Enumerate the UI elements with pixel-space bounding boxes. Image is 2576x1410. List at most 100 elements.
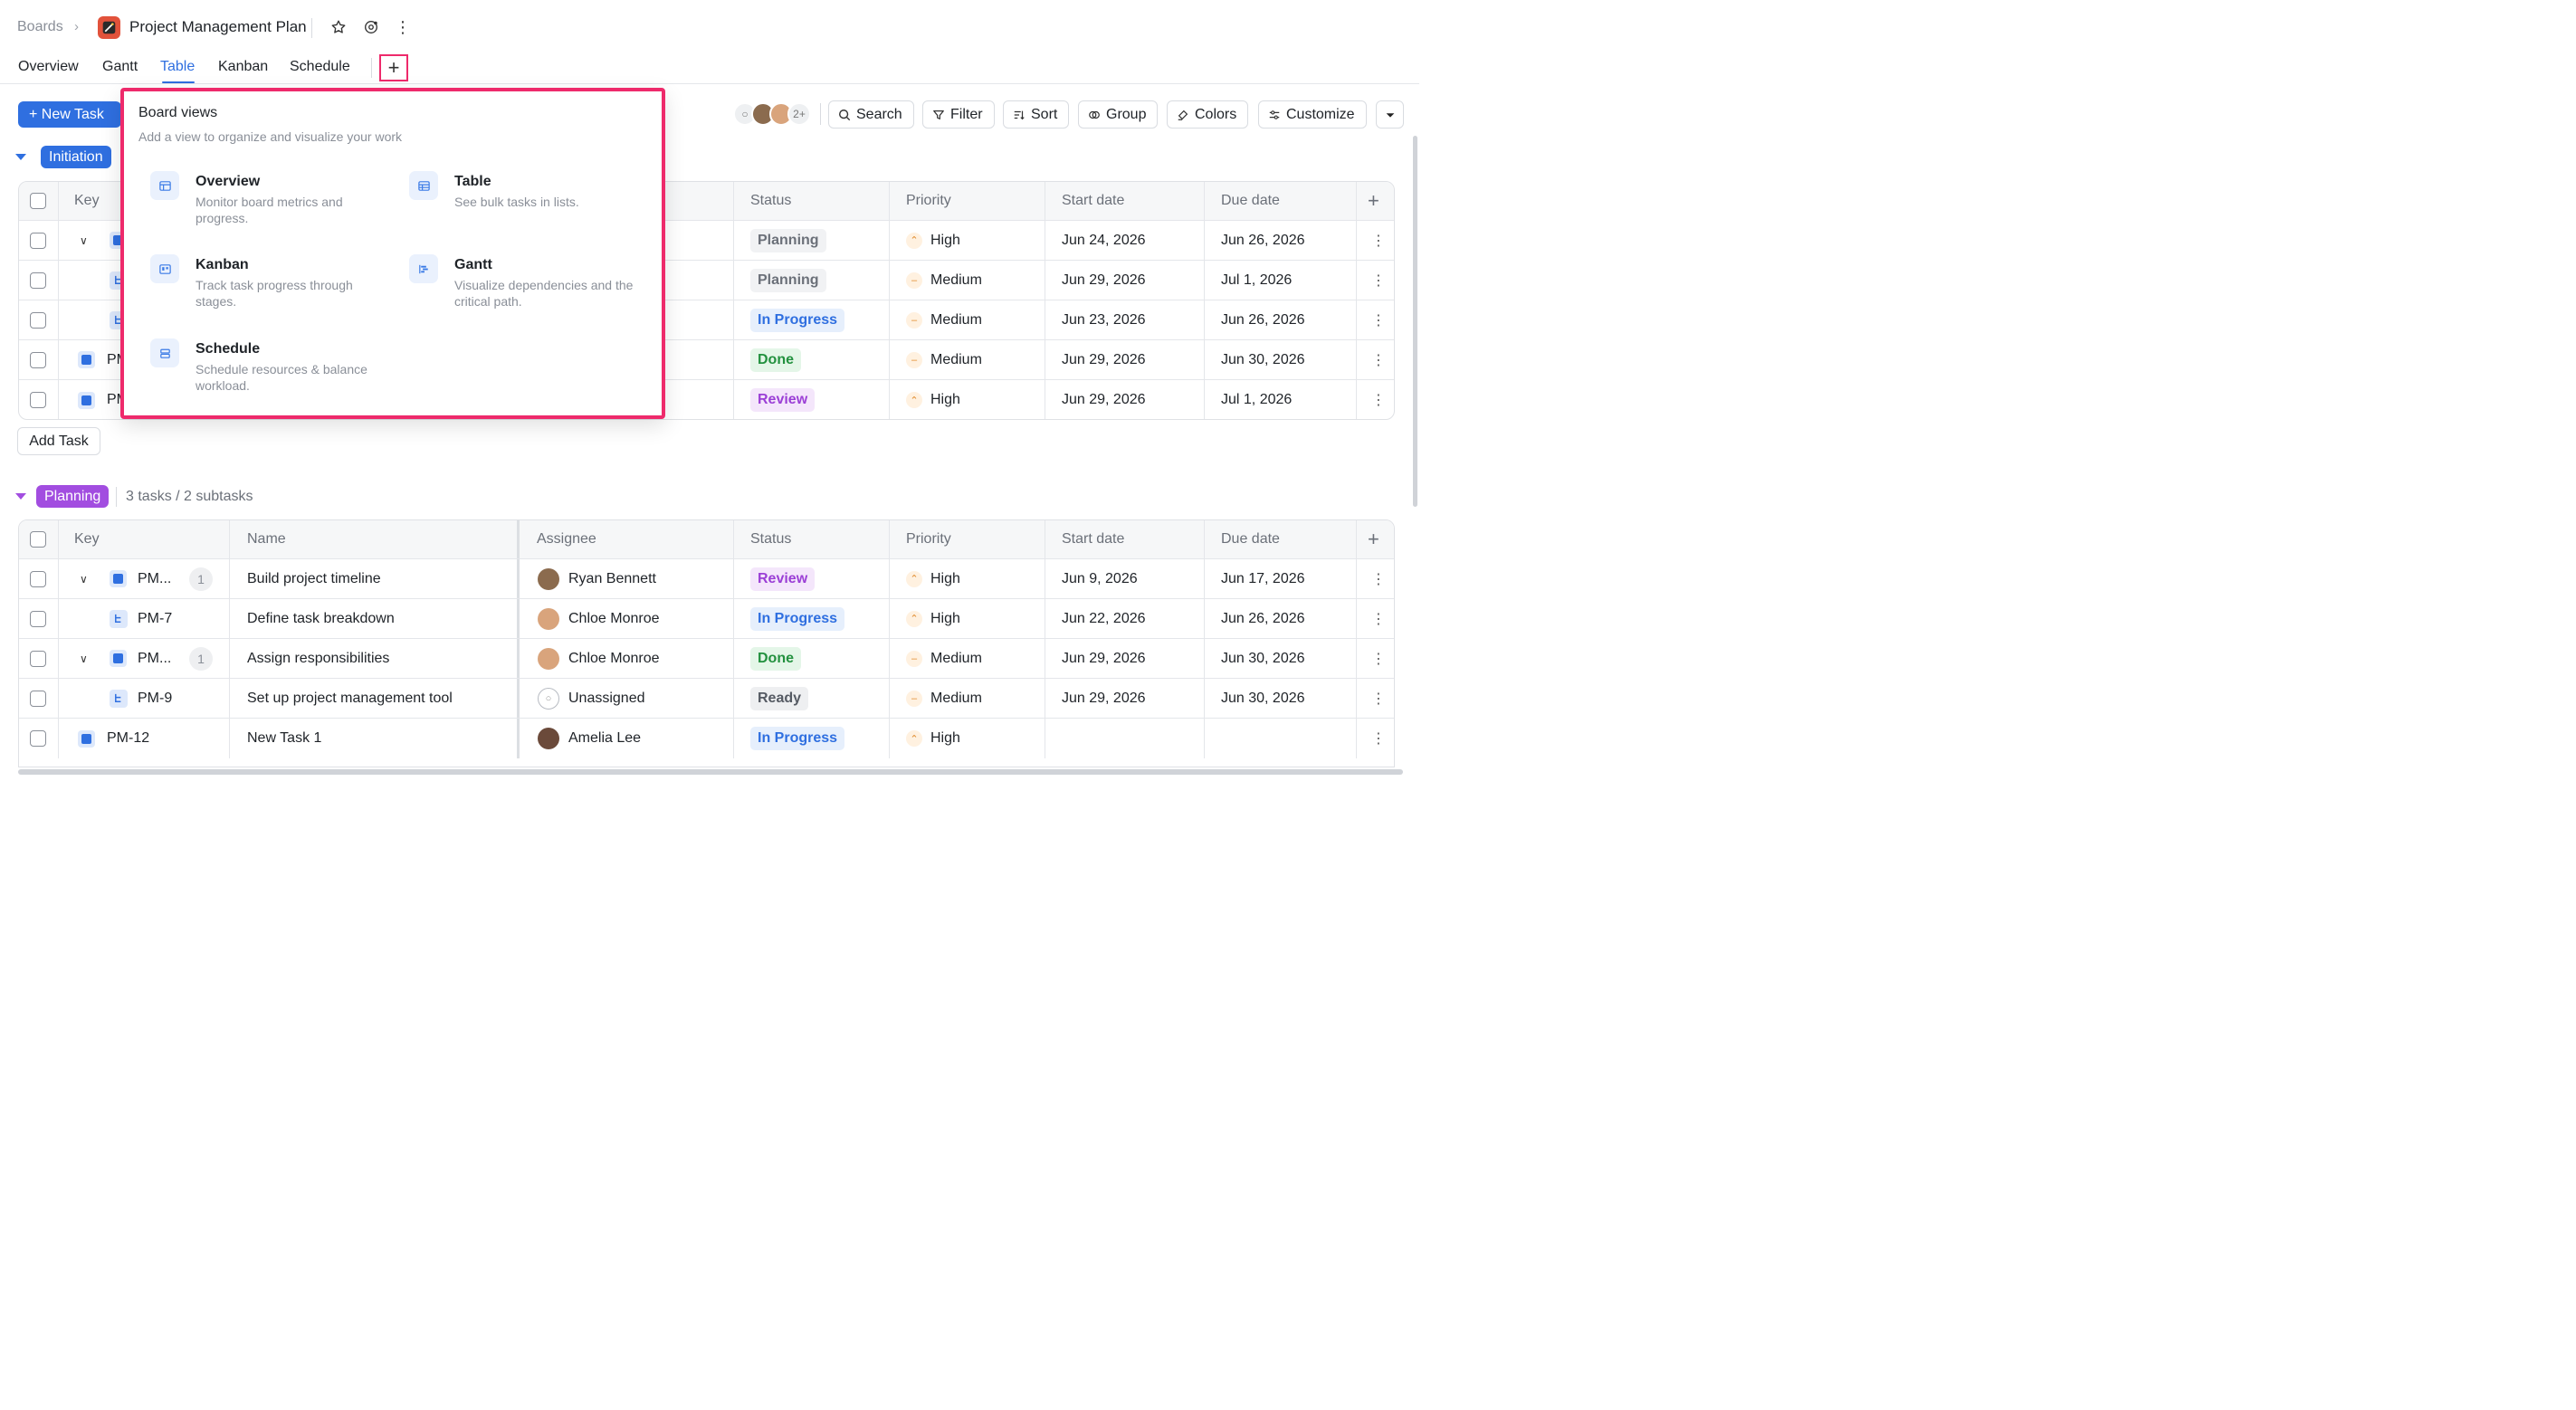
star-icon[interactable] xyxy=(328,16,349,38)
column-header[interactable]: Name xyxy=(247,520,286,558)
column-header[interactable]: Due date xyxy=(1221,520,1280,558)
row-checkbox[interactable] xyxy=(30,392,46,408)
view-option-schedule[interactable]: Schedule Schedule resources & balance wo… xyxy=(150,338,386,402)
due-date[interactable]: Jun 26, 2026 xyxy=(1221,300,1305,339)
add-task-button[interactable]: Add Task xyxy=(17,427,100,455)
start-date[interactable]: Jun 23, 2026 xyxy=(1062,300,1146,339)
row-checkbox[interactable] xyxy=(30,690,46,707)
chevron-down-icon[interactable]: ∨ xyxy=(80,653,88,665)
column-header[interactable]: Priority xyxy=(906,520,951,558)
customize-button[interactable]: Customize xyxy=(1258,100,1367,129)
table-row[interactable]: PM-9 Set up project management tool ○ Una… xyxy=(19,679,1394,719)
table-row[interactable]: PM-12 New Task 1 Amelia Lee In Progress … xyxy=(19,719,1394,758)
column-header[interactable]: Key xyxy=(74,520,100,558)
row-menu-icon[interactable]: ⋮ xyxy=(1371,599,1386,638)
due-date[interactable]: Jun 30, 2026 xyxy=(1221,639,1305,678)
sort-button[interactable]: Sort xyxy=(1003,100,1070,129)
status-badge[interactable]: Planning xyxy=(750,268,826,292)
priority-text[interactable]: High xyxy=(930,233,960,249)
start-date[interactable]: Jun 24, 2026 xyxy=(1062,221,1146,260)
column-header[interactable]: Priority xyxy=(906,182,951,220)
add-column-plus-icon[interactable]: + xyxy=(1368,520,1379,558)
start-date[interactable]: Jun 9, 2026 xyxy=(1062,559,1138,598)
row-checkbox[interactable] xyxy=(30,232,46,249)
priority-text[interactable]: Medium xyxy=(930,352,982,368)
column-header[interactable]: Status xyxy=(750,182,791,220)
row-menu-icon[interactable]: ⋮ xyxy=(1371,559,1386,598)
table-row[interactable]: PM-7 Define task breakdown Chloe Monroe … xyxy=(19,599,1394,639)
column-header[interactable]: Due date xyxy=(1221,182,1280,220)
horizontal-scrollbar[interactable] xyxy=(18,769,1403,775)
status-badge[interactable]: Done xyxy=(750,646,801,671)
view-option-kanban[interactable]: Kanban Track task progress through stage… xyxy=(150,254,386,318)
status-badge[interactable]: Review xyxy=(750,388,816,412)
status-badge[interactable]: In Progress xyxy=(750,727,845,750)
priority-text[interactable]: Medium xyxy=(930,691,982,707)
task-key[interactable]: PM... xyxy=(138,559,171,598)
chevron-down-icon[interactable]: ∨ xyxy=(80,573,88,586)
tab-overview[interactable]: Overview xyxy=(18,59,79,75)
priority-text[interactable]: Medium xyxy=(930,312,982,329)
start-date[interactable]: Jun 29, 2026 xyxy=(1062,380,1146,419)
tab-schedule[interactable]: Schedule xyxy=(290,59,350,75)
add-view-button[interactable]: + xyxy=(379,54,408,81)
row-checkbox[interactable] xyxy=(30,351,46,368)
row-checkbox[interactable] xyxy=(30,730,46,747)
task-name[interactable]: Assign responsibilities xyxy=(247,639,389,678)
start-date[interactable]: Jun 22, 2026 xyxy=(1062,599,1146,638)
row-checkbox[interactable] xyxy=(30,610,46,627)
status-badge[interactable]: Done xyxy=(750,348,801,372)
row-menu-icon[interactable]: ⋮ xyxy=(1371,221,1386,260)
status-badge[interactable]: Review xyxy=(750,567,816,591)
tab-kanban[interactable]: Kanban xyxy=(218,59,268,75)
colors-button[interactable]: Colors xyxy=(1167,100,1249,129)
status-badge[interactable]: In Progress xyxy=(750,308,845,332)
row-menu-icon[interactable]: ⋮ xyxy=(1371,639,1386,678)
row-checkbox[interactable] xyxy=(30,570,46,587)
status-badge[interactable]: Ready xyxy=(750,686,809,710)
due-date[interactable]: Jun 26, 2026 xyxy=(1221,221,1305,260)
priority-text[interactable]: Medium xyxy=(930,651,982,667)
row-checkbox[interactable] xyxy=(30,650,46,667)
column-header[interactable]: Start date xyxy=(1062,182,1124,220)
row-menu-icon[interactable]: ⋮ xyxy=(1371,719,1386,758)
priority-text[interactable]: High xyxy=(930,730,960,747)
select-all-checkbox[interactable] xyxy=(30,531,46,548)
task-key[interactable]: PM-9 xyxy=(138,679,172,718)
due-date[interactable]: Jul 1, 2026 xyxy=(1221,261,1292,300)
due-date[interactable]: Jun 30, 2026 xyxy=(1221,340,1305,379)
table-row[interactable]: ∨ PM... 1 Assign responsibilities Chloe … xyxy=(19,639,1394,679)
table-row[interactable]: ∨ PM... 1 Build project timeline Ryan Be… xyxy=(19,559,1394,599)
row-checkbox[interactable] xyxy=(30,311,46,329)
task-name[interactable]: Set up project management tool xyxy=(247,679,453,718)
group-button[interactable]: Group xyxy=(1078,100,1159,129)
search-button[interactable]: Search xyxy=(828,100,914,129)
column-header[interactable]: Start date xyxy=(1062,520,1124,558)
start-date[interactable]: Jun 29, 2026 xyxy=(1062,679,1146,718)
priority-text[interactable]: High xyxy=(930,392,960,408)
task-key[interactable]: PM-7 xyxy=(138,599,172,638)
task-name[interactable]: New Task 1 xyxy=(247,719,321,758)
assignee-name[interactable]: Chloe Monroe xyxy=(568,651,660,667)
start-date[interactable]: Jun 29, 2026 xyxy=(1062,340,1146,379)
select-all-checkbox[interactable] xyxy=(30,193,46,209)
row-menu-icon[interactable]: ⋮ xyxy=(1371,340,1386,379)
tab-table[interactable]: Table xyxy=(160,59,195,75)
due-date[interactable]: Jun 26, 2026 xyxy=(1221,599,1305,638)
filter-button[interactable]: Filter xyxy=(922,100,995,129)
column-header[interactable]: Assignee xyxy=(537,520,596,558)
assignee-name[interactable]: Chloe Monroe xyxy=(568,611,660,627)
view-option-table[interactable]: Table See bulk tasks in lists. xyxy=(409,171,644,234)
task-name[interactable]: Define task breakdown xyxy=(247,599,395,638)
column-header[interactable]: Key xyxy=(74,182,100,220)
start-date[interactable]: Jun 29, 2026 xyxy=(1062,639,1146,678)
priority-text[interactable]: Medium xyxy=(930,272,982,289)
assignee-name[interactable]: Amelia Lee xyxy=(568,730,641,747)
row-checkbox[interactable] xyxy=(30,272,46,289)
priority-text[interactable]: High xyxy=(930,571,960,587)
group-label-initiation[interactable]: Initiation xyxy=(41,146,111,168)
row-menu-icon[interactable]: ⋮ xyxy=(1371,261,1386,300)
breadcrumb-boards[interactable]: Boards xyxy=(17,19,63,35)
watch-icon[interactable] xyxy=(360,16,382,38)
status-badge[interactable]: Planning xyxy=(750,228,826,252)
